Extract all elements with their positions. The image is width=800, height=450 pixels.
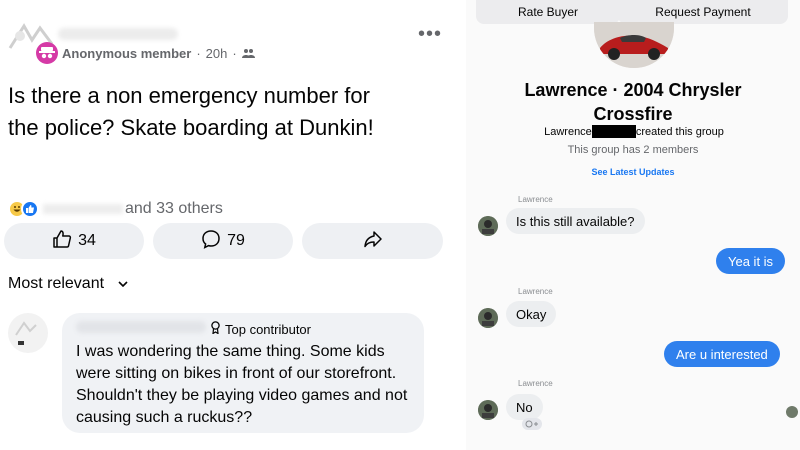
incoming-message[interactable]: Okay: [506, 301, 557, 327]
meta-separator: ·: [196, 46, 201, 61]
reaction-others: and 33 others: [125, 200, 223, 217]
meta-separator: ·: [232, 46, 237, 61]
group-icon: [241, 46, 255, 61]
reaction-summary[interactable]: and 33 others: [8, 198, 223, 220]
add-reaction-icon[interactable]: [522, 418, 542, 430]
post-author[interactable]: Anonymous member: [62, 46, 191, 61]
group-car-photo[interactable]: [594, 22, 674, 68]
sender-avatar[interactable]: [478, 400, 498, 420]
sender-label: Lawrence: [518, 195, 553, 204]
messenger-panel: Rate Buyer Request Payment Lawrence · 20…: [466, 0, 800, 450]
comment-sort-dropdown[interactable]: Most relevant: [8, 275, 128, 293]
comment-count: 79: [227, 232, 245, 249]
members-count: This group has 2 members: [567, 144, 699, 156]
commenter-avatar[interactable]: [8, 313, 48, 353]
group-created-line: Lawrence created this group: [502, 125, 766, 138]
redacted-commenter-name: [76, 321, 206, 333]
post-meta: Anonymous member · 20h ·: [62, 46, 255, 61]
top-contributor-badge[interactable]: Top contributor: [210, 321, 311, 337]
creator-name: Lawrence: [544, 125, 592, 138]
anonymous-member-icon: [36, 42, 58, 64]
chevron-down-icon: [118, 278, 128, 290]
comment-text: I was wondering the same thing. Some kid…: [76, 343, 408, 426]
outgoing-message[interactable]: Yea it is: [716, 248, 786, 274]
redacted-surname: [591, 125, 636, 138]
redacted-reactors: [43, 204, 123, 214]
share-button[interactable]: [302, 223, 443, 259]
badge-icon: [210, 321, 221, 337]
seen-receipt-avatar: [786, 406, 798, 418]
incoming-message[interactable]: No: [506, 394, 543, 420]
sender-avatar[interactable]: [478, 308, 498, 328]
sender-avatar[interactable]: [478, 216, 498, 236]
thumbs-up-icon: [52, 229, 72, 254]
see-latest-updates-link[interactable]: See Latest Updates: [490, 167, 776, 177]
group-title: Lawrence · 2004 Chrysler Crossfire: [524, 80, 742, 124]
share-icon: [363, 229, 383, 254]
like-button[interactable]: 34: [4, 223, 144, 259]
like-count: 34: [78, 232, 96, 249]
rate-buyer-button[interactable]: Rate Buyer: [476, 0, 620, 24]
post-time[interactable]: 20h: [206, 46, 228, 61]
comment-bubble: Top contributor I was wondering the same…: [62, 313, 424, 433]
redacted-group-name: [58, 28, 178, 40]
more-dots-icon[interactable]: •••: [418, 24, 442, 44]
sender-label: Lawrence: [518, 287, 553, 296]
sender-label: Lawrence: [518, 379, 553, 388]
post-body: Is there a non emergency number for the …: [8, 83, 374, 140]
created-text: created this group: [635, 125, 724, 138]
facebook-post-panel: Anonymous member · 20h · ••• Is there a …: [0, 0, 456, 450]
comment-icon: [201, 229, 221, 254]
badge-label: Top contributor: [225, 321, 311, 337]
incoming-message[interactable]: Is this still available?: [506, 208, 645, 234]
request-payment-button[interactable]: Request Payment: [618, 0, 788, 24]
like-reaction-icon: [21, 200, 39, 218]
sort-label: Most relevant: [8, 275, 105, 292]
outgoing-message[interactable]: Are u interested: [664, 341, 780, 367]
comment-button[interactable]: 79: [153, 223, 293, 259]
